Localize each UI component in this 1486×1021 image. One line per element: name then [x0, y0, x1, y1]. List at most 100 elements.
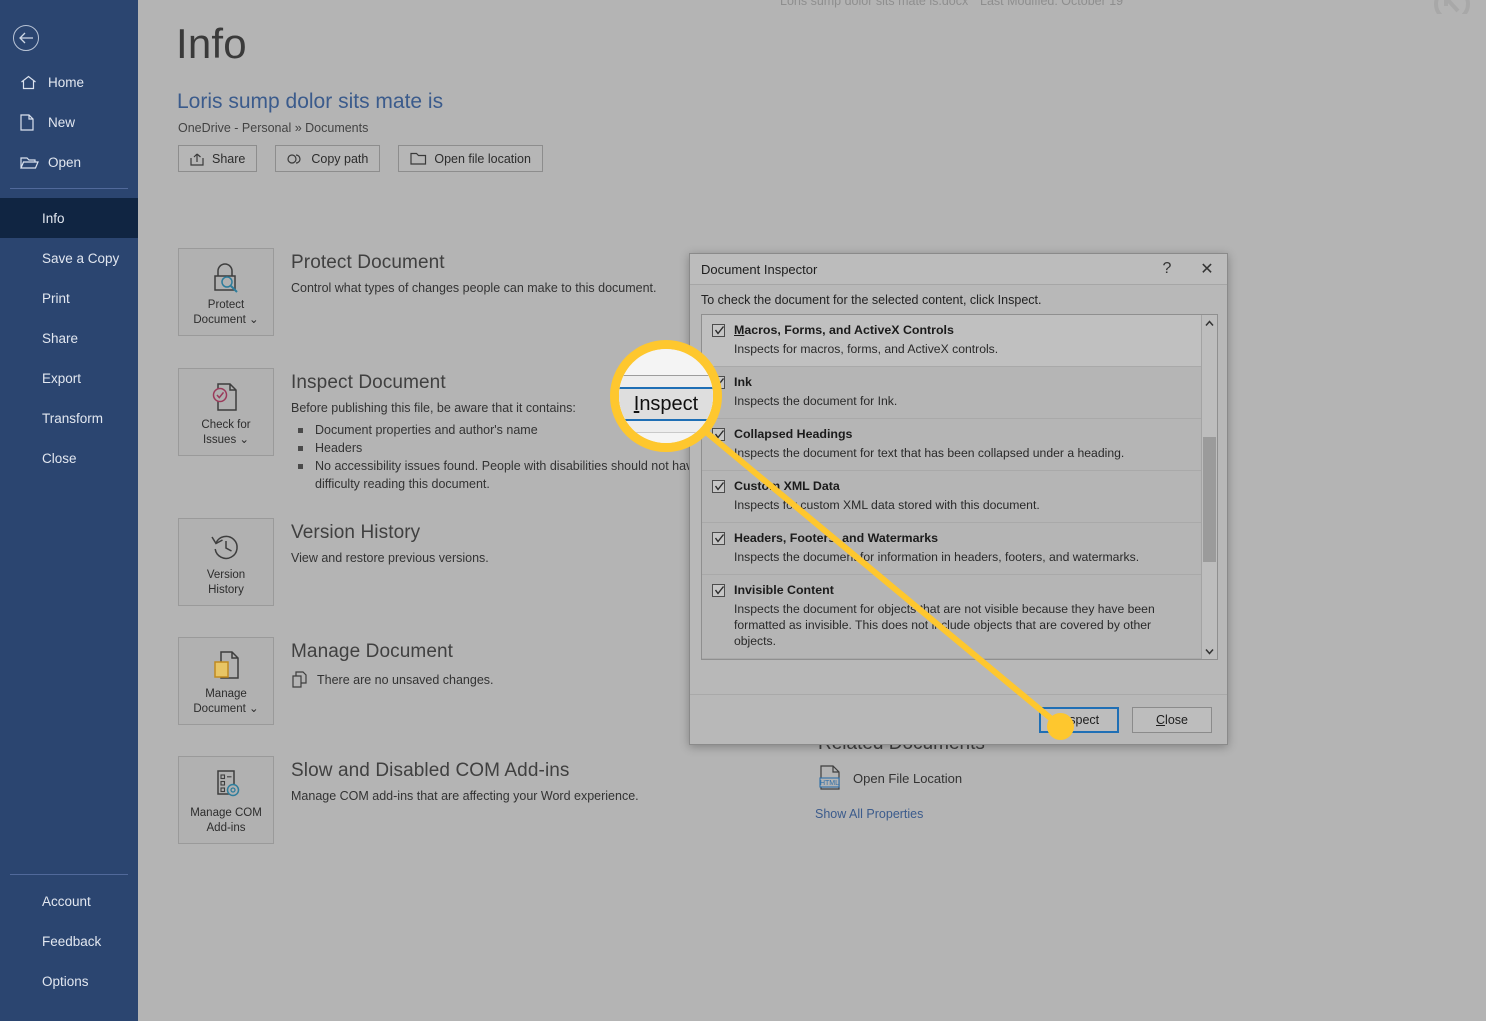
list-item[interactable]: Collapsed Headings Inspects the document…: [702, 419, 1201, 471]
sidebar-item-new[interactable]: New: [0, 102, 138, 142]
scroll-up-arrow-icon[interactable]: [1202, 315, 1217, 331]
list-item[interactable]: Ink Inspects the document for Ink.: [702, 367, 1201, 419]
list-item[interactable]: Macros, Forms, and ActiveX Controls Insp…: [702, 315, 1201, 367]
sidebar-item-label: Print: [42, 290, 70, 306]
magnifier-content: Inspect: [619, 349, 713, 443]
section-protect-document: Protect Document ⌄ Protect Document Contr…: [178, 248, 657, 336]
list-item-description: Inspects for macros, forms, and ActiveX …: [734, 342, 999, 356]
list-item[interactable]: Invisible Content Inspects the document …: [702, 575, 1201, 659]
check-for-issues-button[interactable]: Check for Issues ⌄: [178, 368, 274, 456]
share-button[interactable]: Share: [178, 145, 258, 172]
backstage-sidebar: Home New Open Info Save a Copy Print Sha…: [0, 0, 138, 1021]
sidebar-divider-bottom: [10, 874, 128, 875]
list-item-title: Custom XML Data: [734, 479, 840, 493]
sidebar-item-close[interactable]: Close: [0, 438, 138, 478]
sidebar-item-label: Export: [42, 370, 82, 386]
com-addins-gear-icon: [208, 766, 244, 804]
list-item-title-rest: acros, Forms, and ActiveX Controls: [744, 323, 954, 337]
checkbox-headers-footers-watermarks[interactable]: [712, 532, 725, 545]
new-document-icon: [20, 113, 46, 131]
sidebar-item-print[interactable]: Print: [0, 278, 138, 318]
scrollbar-track[interactable]: [1202, 331, 1217, 643]
section-body: Version History View and restore previou…: [291, 518, 489, 606]
show-all-properties-link[interactable]: Show All Properties: [815, 807, 923, 821]
manage-document-button[interactable]: Manage Document ⌄: [178, 637, 274, 725]
check-for-issues-button-label: Check for Issues ⌄: [201, 419, 251, 446]
document-check-icon: [208, 378, 244, 416]
folder-icon: [410, 152, 427, 165]
sidebar-item-label: Options: [42, 973, 89, 989]
magnified-inspect-button[interactable]: Inspect: [619, 387, 713, 421]
chevron-down-icon: ⌄: [248, 703, 259, 715]
related-open-file-location[interactable]: HTML Open File Location: [818, 765, 962, 791]
magnifier-callout: Inspect: [610, 340, 722, 452]
sidebar-item-feedback[interactable]: Feedback: [0, 921, 138, 961]
sidebar-item-home[interactable]: Home: [0, 62, 138, 102]
sidebar-item-label: Home: [48, 74, 85, 90]
sidebar-item-label: New: [48, 114, 76, 130]
dialog-scrollbar[interactable]: [1201, 315, 1217, 659]
section-description: View and restore previous versions.: [291, 551, 489, 565]
sidebar-item-open[interactable]: Open: [0, 142, 138, 182]
section-body: Manage Document There are no unsaved cha…: [291, 637, 494, 725]
sidebar-item-account[interactable]: Account: [0, 881, 138, 921]
list-item-title: Headers, Footers, and Watermarks: [734, 531, 939, 545]
sidebar-item-save-a-copy[interactable]: Save a Copy: [0, 238, 138, 278]
list-item[interactable]: Custom XML Data Inspects for custom XML …: [702, 471, 1201, 523]
sidebar-item-label: Transform: [42, 410, 104, 426]
unsaved-changes-row: There are no unsaved changes.: [291, 671, 494, 688]
list-item-title: Macros, Forms, and ActiveX Controls: [734, 323, 954, 337]
back-button[interactable]: [13, 25, 39, 51]
sidebar-item-label: Save a Copy: [42, 250, 120, 266]
lock-magnifier-icon: [207, 258, 245, 296]
scroll-down-arrow-icon[interactable]: [1202, 643, 1217, 659]
copy-path-button[interactable]: Copy path: [275, 145, 381, 172]
arrow-left-icon: [19, 32, 33, 44]
html-file-icon: HTML: [819, 765, 840, 790]
copy-path-button-label: Copy path: [311, 151, 369, 166]
sidebar-bottom-group: Account Feedback Options: [0, 868, 138, 1001]
list-item-description: Inspects the document for text that has …: [734, 446, 1125, 460]
chevron-down-icon: ⌄: [239, 434, 250, 446]
section-body: Protect Document Control what types of c…: [291, 248, 657, 336]
sidebar-item-label: Open: [48, 154, 82, 170]
checkbox-macros-forms-activex[interactable]: [712, 324, 725, 337]
checkbox-custom-xml-data[interactable]: [712, 480, 725, 493]
help-button[interactable]: ?: [1147, 254, 1187, 284]
clock-history-icon: [208, 528, 244, 566]
list-item-description: Inspects for custom XML data stored with…: [734, 498, 1040, 512]
sidebar-item-transform[interactable]: Transform: [0, 398, 138, 438]
open-file-location-button[interactable]: Open file location: [398, 145, 543, 172]
dialog-footer: Inspect Close: [690, 694, 1227, 744]
checkbox-collapsed-headings[interactable]: [712, 428, 725, 441]
list-item-description: Inspects the document for information in…: [734, 550, 1140, 564]
manage-com-addins-button[interactable]: Manage COM Add-ins: [178, 756, 274, 844]
manage-com-addins-button-label: Manage COM Add-ins: [190, 807, 262, 834]
sidebar-item-options[interactable]: Options: [0, 961, 138, 1001]
open-folder-icon: [20, 155, 46, 170]
sidebar-item-info[interactable]: Info: [0, 198, 138, 238]
sidebar-item-export[interactable]: Export: [0, 358, 138, 398]
checkbox-invisible-content[interactable]: [712, 584, 725, 597]
version-history-button[interactable]: Version History: [178, 518, 274, 606]
protect-document-button[interactable]: Protect Document ⌄: [178, 248, 274, 336]
callout-endpoint-dot: [1047, 713, 1074, 740]
close-icon[interactable]: ✕: [1187, 254, 1227, 284]
version-history-button-label: Version History: [206, 569, 246, 596]
list-item[interactable]: Headers, Footers, and Watermarks Inspect…: [702, 523, 1201, 575]
document-path-breadcrumb: OneDrive - Personal » Documents: [178, 121, 369, 135]
section-body: Slow and Disabled COM Add-ins Manage COM…: [291, 756, 639, 844]
sidebar-main-group: Info Save a Copy Print Share Export Tran…: [0, 198, 138, 478]
sidebar-item-share[interactable]: Share: [0, 318, 138, 358]
sidebar-divider-top: [10, 188, 128, 189]
manage-document-button-label: Manage Document ⌄: [193, 688, 259, 715]
section-com-addins: Manage COM Add-ins Slow and Disabled COM …: [178, 756, 639, 844]
manage-document-icon: [208, 647, 244, 685]
share-button-label: Share: [212, 151, 246, 166]
section-heading: Slow and Disabled COM Add-ins: [291, 760, 570, 781]
accelerator-letter: C: [1156, 712, 1166, 727]
scrollbar-thumb[interactable]: [1203, 437, 1216, 562]
close-button[interactable]: Close: [1132, 706, 1212, 733]
share-icon: [190, 153, 204, 166]
list-item-title: Invisible Content: [734, 583, 834, 597]
